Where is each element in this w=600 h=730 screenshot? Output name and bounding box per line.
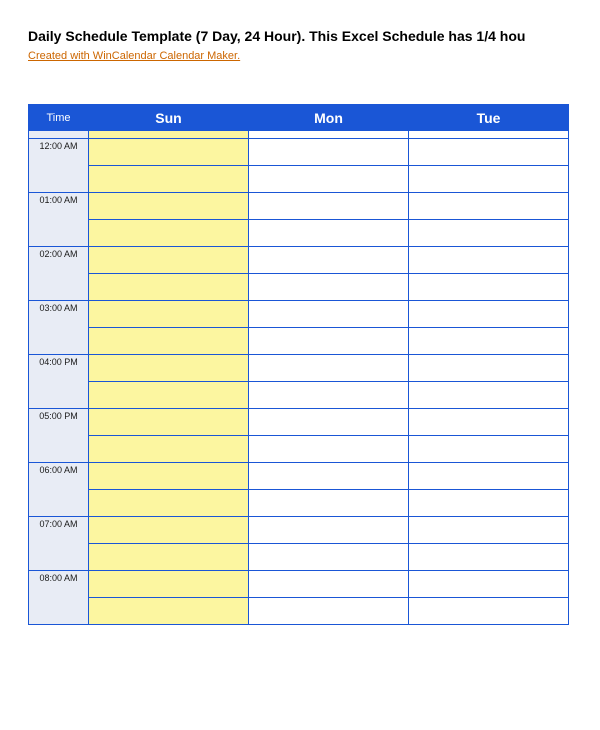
day-slot[interactable]: [409, 517, 569, 544]
schedule-body: 12:00 AM01:00 AM02:00 AM03:00 AM04:00 PM…: [29, 131, 569, 625]
spacer-cell: [409, 131, 569, 139]
day-slot[interactable]: [249, 247, 409, 274]
hour-subrow: [29, 436, 569, 463]
time-cell: 05:00 PM: [29, 409, 89, 463]
day-slot[interactable]: [409, 436, 569, 463]
day-header-mon: Mon: [249, 105, 409, 131]
day-slot[interactable]: [409, 490, 569, 517]
day-slot[interactable]: [409, 301, 569, 328]
day-slot[interactable]: [249, 463, 409, 490]
sun-slot[interactable]: [89, 274, 249, 301]
time-column-header: Time: [29, 105, 89, 131]
sun-slot[interactable]: [89, 436, 249, 463]
time-cell: 01:00 AM: [29, 193, 89, 247]
day-slot[interactable]: [249, 517, 409, 544]
hour-subrow: [29, 382, 569, 409]
spacer-cell: [29, 131, 89, 139]
hour-row: 12:00 AM: [29, 139, 569, 166]
day-slot[interactable]: [409, 220, 569, 247]
hour-row: 04:00 PM: [29, 355, 569, 382]
page-title: Daily Schedule Template (7 Day, 24 Hour)…: [28, 28, 600, 44]
spacer-cell: [249, 131, 409, 139]
hour-row: 05:00 PM: [29, 409, 569, 436]
sun-slot[interactable]: [89, 355, 249, 382]
hour-subrow: [29, 598, 569, 625]
sun-slot[interactable]: [89, 382, 249, 409]
day-slot[interactable]: [409, 544, 569, 571]
day-slot[interactable]: [249, 409, 409, 436]
day-slot[interactable]: [409, 166, 569, 193]
hour-row: 06:00 AM: [29, 463, 569, 490]
subtitle: Created with WinCalendar Calendar Maker.: [28, 46, 600, 64]
spacer-row: [29, 131, 569, 139]
day-header-tue: Tue: [409, 105, 569, 131]
day-slot[interactable]: [409, 355, 569, 382]
day-slot[interactable]: [249, 274, 409, 301]
sun-slot[interactable]: [89, 247, 249, 274]
sun-slot[interactable]: [89, 139, 249, 166]
day-slot[interactable]: [409, 409, 569, 436]
schedule-table: Time Sun Mon Tue 12:00 AM01:00 AM02:00 A…: [28, 104, 569, 625]
sun-slot[interactable]: [89, 571, 249, 598]
sun-slot[interactable]: [89, 517, 249, 544]
hour-row: 07:00 AM: [29, 517, 569, 544]
hour-row: 08:00 AM: [29, 571, 569, 598]
day-slot[interactable]: [249, 328, 409, 355]
day-slot[interactable]: [249, 193, 409, 220]
hour-subrow: [29, 220, 569, 247]
day-slot[interactable]: [249, 355, 409, 382]
day-slot[interactable]: [409, 247, 569, 274]
day-header-sun: Sun: [89, 105, 249, 131]
time-cell: 07:00 AM: [29, 517, 89, 571]
time-cell: 12:00 AM: [29, 139, 89, 193]
day-slot[interactable]: [249, 301, 409, 328]
sun-slot[interactable]: [89, 193, 249, 220]
hour-row: 03:00 AM: [29, 301, 569, 328]
sun-slot[interactable]: [89, 490, 249, 517]
hour-subrow: [29, 166, 569, 193]
day-slot[interactable]: [409, 382, 569, 409]
hour-row: 02:00 AM: [29, 247, 569, 274]
time-cell: 04:00 PM: [29, 355, 89, 409]
hour-subrow: [29, 544, 569, 571]
day-slot[interactable]: [249, 571, 409, 598]
hour-subrow: [29, 328, 569, 355]
day-slot[interactable]: [409, 193, 569, 220]
day-slot[interactable]: [249, 544, 409, 571]
hour-row: 01:00 AM: [29, 193, 569, 220]
day-slot[interactable]: [409, 328, 569, 355]
sun-slot[interactable]: [89, 544, 249, 571]
day-slot[interactable]: [409, 139, 569, 166]
day-slot[interactable]: [249, 166, 409, 193]
day-slot[interactable]: [409, 598, 569, 625]
day-slot[interactable]: [409, 274, 569, 301]
time-cell: 06:00 AM: [29, 463, 89, 517]
sun-slot[interactable]: [89, 166, 249, 193]
time-cell: 03:00 AM: [29, 301, 89, 355]
day-slot[interactable]: [249, 436, 409, 463]
hour-subrow: [29, 490, 569, 517]
sun-slot[interactable]: [89, 409, 249, 436]
day-slot[interactable]: [249, 598, 409, 625]
sun-slot[interactable]: [89, 301, 249, 328]
hour-subrow: [29, 274, 569, 301]
time-cell: 02:00 AM: [29, 247, 89, 301]
day-slot[interactable]: [249, 490, 409, 517]
sun-slot[interactable]: [89, 328, 249, 355]
header-row: Time Sun Mon Tue: [29, 105, 569, 131]
sun-slot[interactable]: [89, 598, 249, 625]
time-cell: 08:00 AM: [29, 571, 89, 625]
day-slot[interactable]: [409, 463, 569, 490]
day-slot[interactable]: [409, 571, 569, 598]
subtitle-link[interactable]: Created with WinCalendar Calendar Maker.: [28, 50, 240, 62]
day-slot[interactable]: [249, 220, 409, 247]
sun-slot[interactable]: [89, 220, 249, 247]
sun-slot[interactable]: [89, 463, 249, 490]
spacer-cell: [89, 131, 249, 139]
day-slot[interactable]: [249, 382, 409, 409]
day-slot[interactable]: [249, 139, 409, 166]
